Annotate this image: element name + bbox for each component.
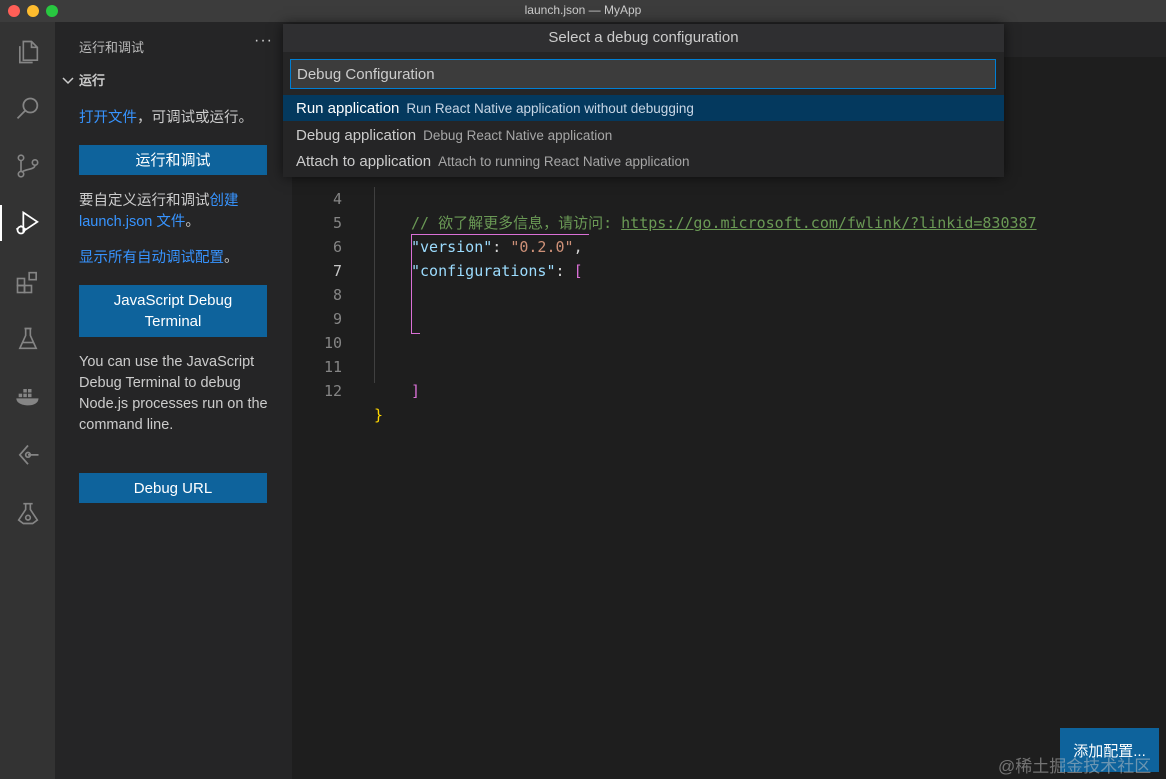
open-file-link[interactable]: 打开文件 bbox=[79, 110, 137, 126]
customize-suffix: 。 bbox=[185, 214, 200, 230]
code-line-current[interactable]: 7 bbox=[292, 235, 1166, 280]
code-line[interactable]: 9 bbox=[292, 283, 1166, 328]
quick-pick-item-run-application[interactable]: Run application Run React Native applica… bbox=[283, 95, 1004, 121]
quick-pick-item-label: Attach to application bbox=[296, 152, 432, 170]
json-close-brace: } bbox=[374, 406, 384, 424]
code-line[interactable]: 10 bbox=[292, 307, 1166, 352]
source-control-icon[interactable] bbox=[0, 142, 55, 190]
search-icon[interactable] bbox=[0, 85, 55, 133]
more-actions-icon[interactable]: ··· bbox=[254, 32, 273, 50]
debug-url-button[interactable]: Debug URL bbox=[79, 473, 267, 503]
quick-pick-item-attach-application[interactable]: Attach to application Attach to running … bbox=[283, 148, 1004, 174]
open-file-suffix: ，可调试或运行。 bbox=[137, 110, 253, 126]
docker-icon[interactable] bbox=[0, 372, 55, 420]
section-title: 运行 bbox=[79, 73, 106, 88]
extensions-icon[interactable] bbox=[0, 258, 55, 306]
quick-pick-title: Select a debug configuration bbox=[283, 24, 1004, 52]
quick-pick-item-description: Attach to running React Native applicati… bbox=[438, 153, 690, 169]
show-all-suffix: 。 bbox=[224, 250, 239, 266]
testing-icon[interactable] bbox=[0, 315, 55, 363]
quick-pick-item-description: Run React Native application without deb… bbox=[406, 100, 694, 116]
chevron-down-icon bbox=[62, 76, 74, 84]
code-line[interactable]: 6 "configurations": [ bbox=[292, 211, 1166, 280]
section-header-run[interactable]: 运行 bbox=[61, 70, 105, 89]
javascript-debug-terminal-button[interactable]: JavaScript Debug Terminal bbox=[79, 285, 267, 337]
show-all-configs-link[interactable]: 显示所有自动调试配置 bbox=[79, 250, 224, 266]
customize-prefix: 要自定义运行和调试 bbox=[79, 193, 210, 209]
code-line[interactable]: 12 } bbox=[292, 355, 1166, 424]
git-graph-icon[interactable] bbox=[0, 432, 55, 480]
watermark: @稀土掘金技术社区 bbox=[998, 757, 1152, 776]
code-line[interactable]: 5 "version": "0.2.0", bbox=[292, 187, 1166, 256]
window-title: launch.json — MyApp bbox=[524, 3, 642, 17]
react-native-icon[interactable] bbox=[0, 489, 55, 537]
show-all-hint: 显示所有自动调试配置。 bbox=[79, 248, 269, 269]
run-and-debug-button[interactable]: 运行和调试 bbox=[79, 145, 267, 175]
js-terminal-description: You can use the JavaScript Debug Termina… bbox=[79, 354, 268, 433]
quick-pick-item-label: Debug application bbox=[296, 126, 417, 144]
explorer-icon[interactable] bbox=[0, 28, 55, 76]
title-bar: launch.json — MyApp bbox=[0, 0, 1166, 22]
quick-pick-item-description: Debug React Native application bbox=[423, 127, 613, 143]
code-line[interactable]: 8 bbox=[292, 259, 1166, 304]
quick-pick-item-debug-application[interactable]: Debug application Debug React Native app… bbox=[283, 122, 1004, 148]
run-debug-sidebar: 运行和调试 ··· 运行 打开文件，可调试或运行。 运行和调试 要自定义运行和调… bbox=[55, 22, 292, 779]
quick-pick-input[interactable] bbox=[290, 59, 996, 89]
debug-config-quick-pick: Select a debug configuration Run applica… bbox=[283, 24, 1004, 177]
quick-pick-item-label: Run application bbox=[296, 99, 400, 117]
open-file-hint: 打开文件，可调试或运行。 bbox=[79, 108, 279, 129]
sidebar-title: 运行和调试 bbox=[79, 40, 145, 55]
activity-bar bbox=[0, 22, 55, 779]
json-close-bracket: ] bbox=[411, 382, 421, 400]
line-number: 12 bbox=[323, 382, 342, 400]
code-line[interactable]: 11 ] bbox=[292, 331, 1166, 400]
customize-hint: 要自定义运行和调试创建 launch.json 文件。 bbox=[79, 191, 269, 233]
run-debug-icon[interactable] bbox=[0, 199, 55, 247]
